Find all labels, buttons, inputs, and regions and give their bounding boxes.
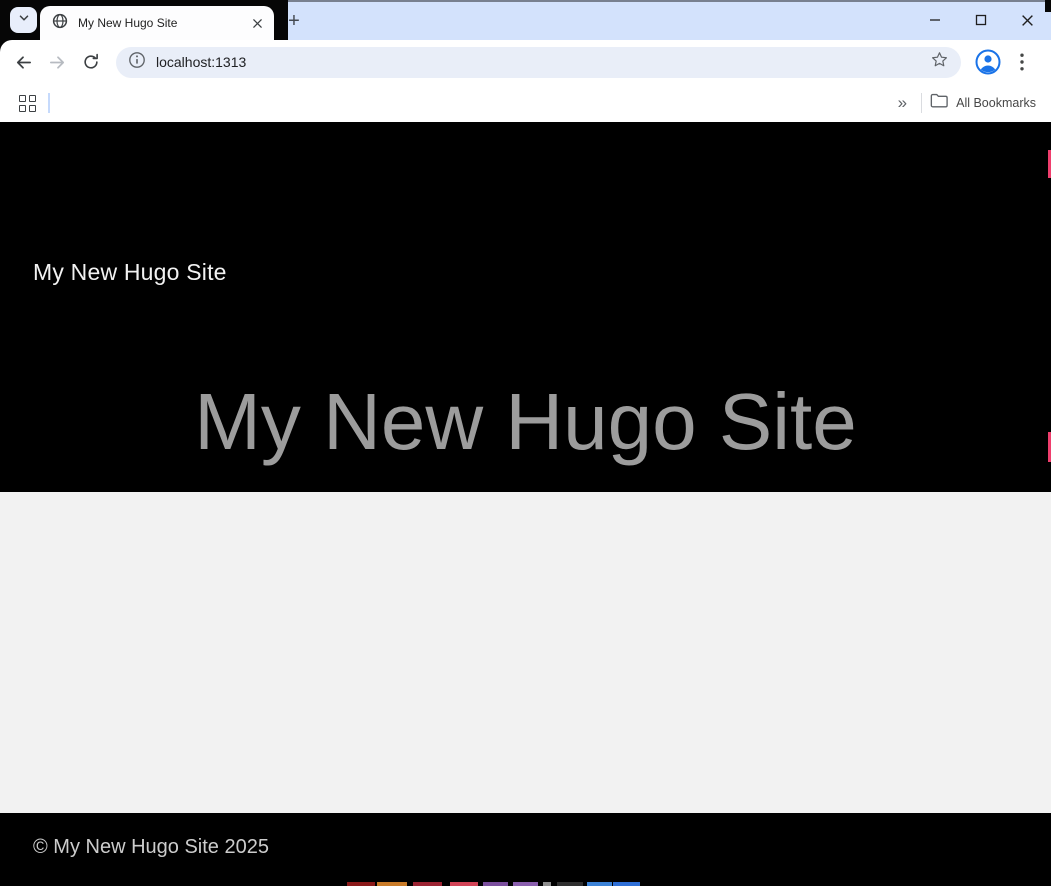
back-button[interactable] — [6, 45, 40, 79]
bookmarks-divider — [48, 93, 50, 113]
artifact-mark — [483, 882, 508, 886]
artifact-mark — [347, 882, 375, 886]
url-text[interactable]: localhost:1313 — [156, 54, 930, 70]
new-tab-button[interactable]: + — [282, 9, 306, 33]
back-icon — [14, 53, 33, 72]
bookmarks-overflow-button[interactable]: » — [892, 93, 913, 113]
globe-favicon-icon — [52, 13, 68, 34]
folder-icon — [930, 93, 948, 113]
forward-button[interactable] — [40, 45, 74, 79]
artifact-mark — [543, 882, 551, 886]
profile-button[interactable] — [971, 45, 1005, 79]
maximize-icon — [975, 14, 987, 26]
site-info-icon[interactable] — [128, 51, 146, 74]
minimize-icon — [929, 14, 941, 26]
tab-close-button[interactable] — [248, 14, 266, 32]
plus-icon: + — [288, 10, 300, 33]
hero-section: My New Hugo Site My New Hugo Site — [0, 122, 1051, 492]
forward-icon — [48, 53, 67, 72]
bookmarks-divider-right — [921, 93, 922, 113]
close-window-icon — [1021, 14, 1034, 27]
artifact-mark — [513, 882, 538, 886]
bookmark-star-icon[interactable] — [930, 50, 949, 74]
artifact-mark — [587, 882, 612, 886]
artifact-mark — [613, 882, 640, 886]
site-header-title[interactable]: My New Hugo Site — [33, 259, 227, 286]
site-footer: © My New Hugo Site 2025 — [0, 813, 1051, 886]
tab-strip: My New Hugo Site + — [0, 0, 1051, 40]
reload-icon — [82, 53, 100, 71]
hero-title: My New Hugo Site — [0, 374, 1051, 470]
browser-tab[interactable]: My New Hugo Site — [40, 6, 274, 40]
window-top-edge — [288, 0, 1045, 2]
tab-title: My New Hugo Site — [78, 16, 248, 30]
footer-copyright: © My New Hugo Site 2025 — [33, 836, 269, 859]
tab-search-button[interactable] — [10, 7, 37, 33]
address-bar[interactable]: localhost:1313 — [116, 47, 961, 78]
all-bookmarks-button[interactable]: All Bookmarks — [930, 93, 1036, 113]
chevron-down-icon — [17, 11, 31, 30]
browser-menu-button[interactable] — [1007, 45, 1037, 79]
maximize-button[interactable] — [958, 4, 1004, 36]
reload-button[interactable] — [74, 45, 108, 79]
bookmarks-bar: » All Bookmarks — [0, 84, 1051, 122]
three-dots-icon — [1020, 53, 1024, 71]
artifact-mark — [413, 882, 442, 886]
artifact-mark — [450, 882, 478, 886]
profile-icon — [975, 49, 1001, 75]
close-window-button[interactable] — [1004, 4, 1050, 36]
webpage-viewport: My New Hugo Site My New Hugo Site © My N… — [0, 122, 1051, 886]
artifact-mark — [557, 882, 583, 886]
artifact-mark — [377, 882, 407, 886]
minimize-button[interactable] — [912, 4, 958, 36]
browser-toolbar: localhost:1313 — [0, 40, 1051, 84]
all-bookmarks-label: All Bookmarks — [956, 96, 1036, 110]
window-controls — [912, 4, 1050, 36]
apps-grid-icon[interactable] — [19, 95, 36, 112]
